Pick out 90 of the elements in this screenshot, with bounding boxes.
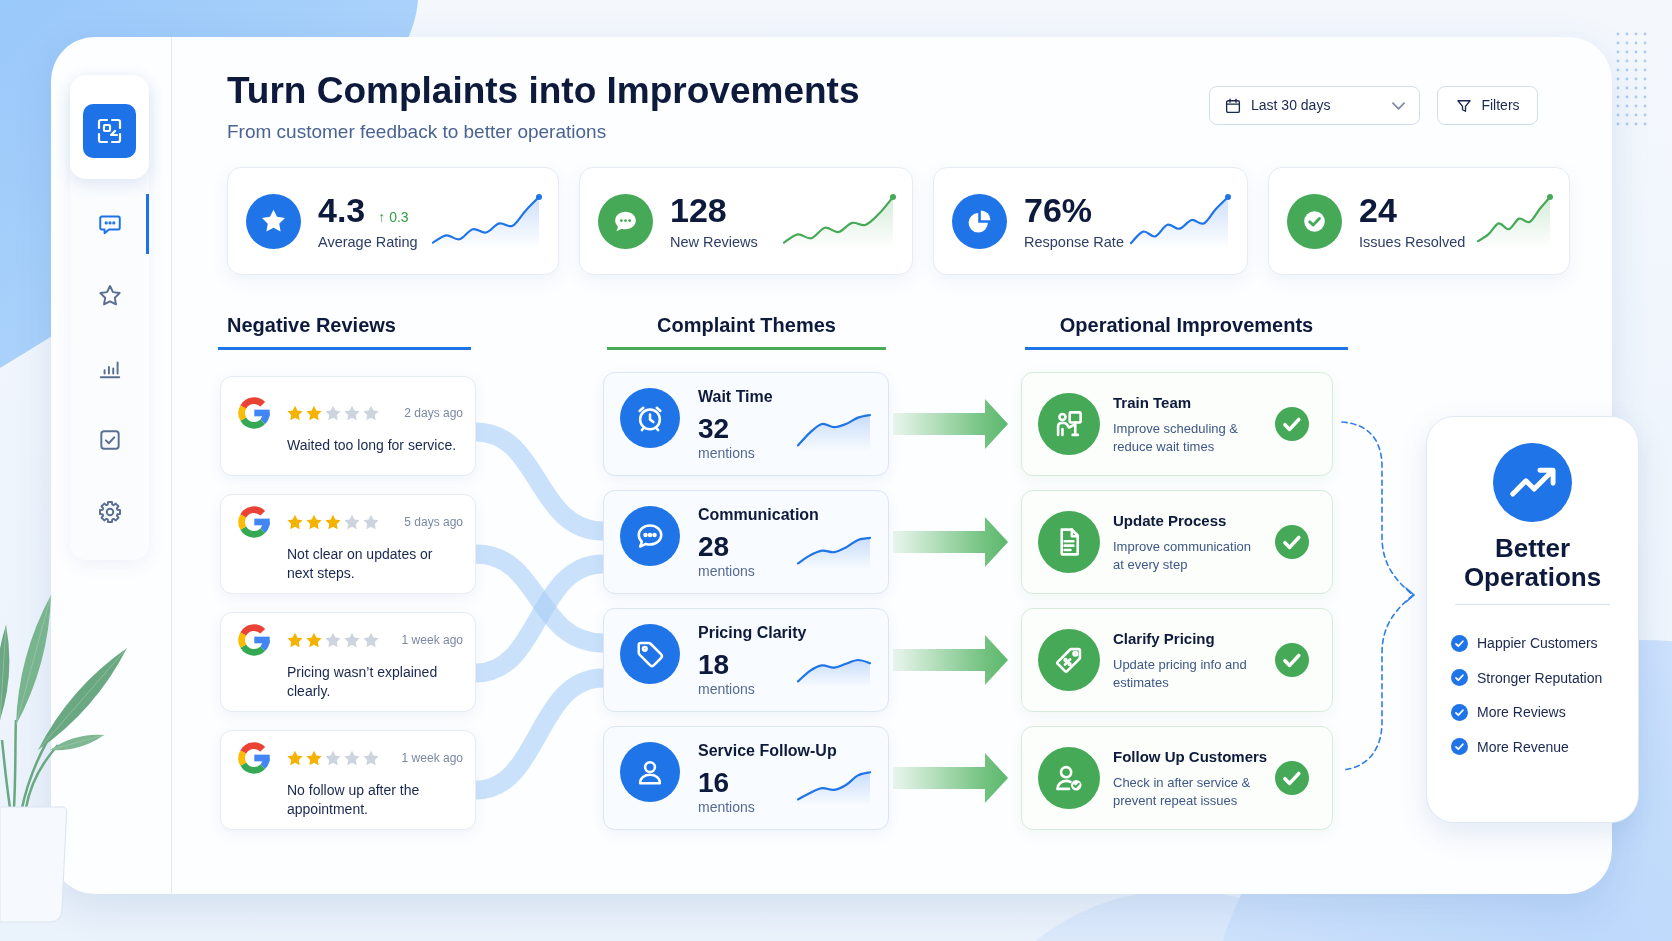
chevron-down-icon — [1392, 101, 1405, 110]
empty-star-icon — [325, 631, 341, 648]
alarm-clock-icon — [620, 388, 680, 448]
tag-icon — [620, 624, 680, 684]
benefit-text: Happier Customers — [1477, 634, 1598, 653]
improvement-description: Improve scheduling & reduce wait times — [1113, 419, 1239, 456]
review-date: 5 days ago — [404, 513, 463, 531]
star-icon — [287, 405, 303, 421]
check-circle-icon — [1451, 703, 1468, 721]
improvement-title: Update Process — [1113, 510, 1228, 531]
star-icon — [287, 631, 303, 648]
benefit-text: More Reviews — [1477, 703, 1566, 722]
star-icon — [306, 513, 322, 530]
stat-change: ↑ 0.3 — [378, 208, 409, 227]
mention-label: mentions — [698, 798, 755, 816]
mention-count: 18 — [698, 649, 731, 681]
review-text: Waited too long for service. — [287, 436, 458, 455]
star-icon — [287, 749, 303, 766]
calendar-icon — [1224, 96, 1242, 115]
price-tag-icon — [1038, 629, 1100, 691]
empty-star-icon — [363, 513, 379, 530]
empty-star-icon — [363, 631, 379, 648]
date-range-dropdown[interactable]: Last 30 days — [1209, 86, 1420, 125]
review-date: 2 days ago — [404, 405, 463, 422]
star-icon — [287, 513, 303, 530]
outcome-title: Better Operations — [1462, 534, 1603, 592]
mention-count: 32 — [698, 413, 731, 445]
benefit-text: More Revenue — [1477, 737, 1569, 757]
check-circle-icon — [1451, 669, 1468, 686]
g-logo-icon — [238, 741, 270, 774]
stat-label: Issues Resolved — [1359, 233, 1466, 252]
mention-label: mentions — [698, 444, 755, 462]
person-check-icon — [1038, 747, 1100, 809]
review-date: 1 week ago — [401, 631, 463, 649]
empty-star-icon — [325, 405, 341, 421]
review-text: Pricing wasn’t explained clearly. — [287, 662, 439, 701]
mention-count: 28 — [698, 531, 731, 563]
page-title: Turn Complaints into Improvements — [227, 69, 860, 113]
theme-title: Pricing Clarity — [698, 623, 808, 643]
improvement-title: Train Team — [1113, 392, 1193, 413]
g-logo-icon — [238, 397, 270, 429]
improvement-title: Clarify Pricing — [1113, 628, 1216, 649]
presenter-icon — [1038, 393, 1100, 455]
empty-star-icon — [344, 405, 360, 421]
review-text: No follow up after the appointment. — [287, 780, 421, 819]
benefit-text: Stronger Reputation — [1477, 668, 1603, 688]
page-subtitle: From customer feedback to better operations — [227, 120, 608, 144]
chat-bubble-icon — [620, 506, 680, 566]
person-icon — [620, 742, 680, 802]
empty-star-icon — [325, 749, 341, 766]
empty-star-icon — [344, 749, 360, 766]
star-icon — [306, 631, 322, 648]
section-heading: Negative Reviews — [218, 310, 471, 350]
settings-icon — [96, 499, 123, 525]
stat-label: Average Rating — [318, 233, 418, 252]
improvement-description: Improve communication at every step — [1113, 537, 1252, 574]
check-circle-icon — [1451, 634, 1468, 652]
g-logo-icon — [238, 505, 270, 538]
stat-value: 24 — [1359, 190, 1397, 230]
empty-star-icon — [363, 405, 379, 421]
filters-button[interactable]: Filters — [1437, 86, 1538, 125]
stat-value: 76% — [1024, 190, 1093, 230]
g-logo-icon — [238, 623, 270, 656]
star-icon — [306, 405, 322, 421]
stat-value: 128 — [670, 190, 727, 230]
app-logo-icon — [83, 104, 136, 158]
empty-star-icon — [344, 631, 360, 648]
star-icon — [325, 513, 341, 530]
improvement-description: Check in after service & prevent repeat issues — [1113, 773, 1252, 810]
improvement-description: Update pricing info and estimates — [1113, 655, 1248, 692]
star-icon — [306, 749, 322, 766]
theme-title: Service Follow-Up — [698, 741, 838, 761]
review-text: Not clear on updates or next steps. — [287, 544, 434, 583]
theme-title: Communication — [698, 505, 820, 525]
empty-star-icon — [344, 513, 360, 530]
improvement-title: Follow Up Customers — [1113, 746, 1268, 767]
stat-label: New Reviews — [670, 233, 758, 252]
check-circle-icon — [1451, 738, 1468, 755]
document-icon — [1038, 511, 1100, 573]
review-date: 1 week ago — [401, 749, 463, 767]
section-heading: Complaint Themes — [607, 310, 886, 350]
mention-count: 16 — [698, 767, 731, 799]
stat-label: Response Rate — [1024, 233, 1124, 252]
stat-value: 4.3 — [318, 190, 366, 230]
theme-title: Wait Time — [698, 387, 774, 407]
section-heading: Operational Improvements — [1025, 310, 1348, 350]
trend-up-icon — [1493, 443, 1572, 522]
mention-label: mentions — [698, 680, 755, 698]
mention-label: mentions — [698, 562, 755, 580]
empty-star-icon — [363, 749, 379, 766]
